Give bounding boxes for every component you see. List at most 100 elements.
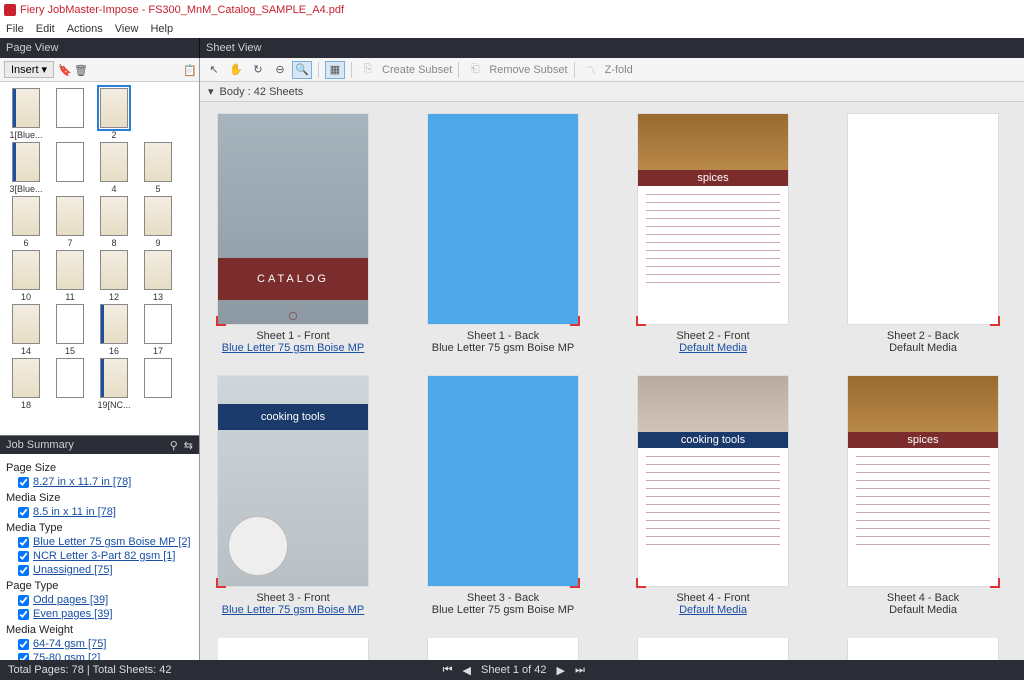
job-summary-title: Job Summary: [6, 439, 74, 451]
settings-icon[interactable]: ⇆: [184, 439, 193, 452]
thumbnails-view[interactable]: ▦: [325, 61, 345, 79]
pt1-link[interactable]: Odd pages [39]: [33, 594, 108, 606]
media-size-check[interactable]: [18, 507, 29, 518]
body-section-header[interactable]: ▾ Body : 42 Sheets: [200, 82, 1024, 102]
hand-tool[interactable]: ✋: [226, 61, 246, 79]
thumb-18b[interactable]: [56, 358, 84, 398]
thumb-14[interactable]: [12, 304, 40, 344]
mw2-check[interactable]: [18, 653, 29, 661]
sheet-4-back[interactable]: spices Sheet 4 - Back Default Media: [848, 376, 998, 616]
thumb-1b[interactable]: [56, 88, 84, 128]
pt2-link[interactable]: Even pages [39]: [33, 608, 113, 620]
thumb-17[interactable]: [144, 304, 172, 344]
zoom-in-tool[interactable]: 🔍: [292, 61, 312, 79]
thumb-5[interactable]: [144, 142, 172, 182]
zfold-label[interactable]: Z-fold: [605, 64, 633, 76]
page-view-header: Page View: [0, 38, 200, 58]
next-page-button[interactable]: ▶: [556, 664, 564, 677]
bookmark-icon[interactable]: 🔖: [58, 64, 70, 76]
thumb-19b[interactable]: [144, 358, 172, 398]
app-icon: [4, 4, 16, 16]
mw1-link[interactable]: 64-74 gsm [75]: [33, 638, 106, 650]
pointer-tool[interactable]: ↖: [204, 61, 224, 79]
thumb-13[interactable]: [144, 250, 172, 290]
media-size-group: Media Size: [6, 492, 193, 504]
menu-view[interactable]: View: [115, 23, 139, 35]
thumb-11[interactable]: [56, 250, 84, 290]
thumb-7[interactable]: [56, 196, 84, 236]
sheet-4-front[interactable]: cooking tools Sheet 4 - Front Default Me…: [638, 376, 788, 616]
first-page-button[interactable]: ⏮: [443, 664, 453, 677]
pt1-check[interactable]: [18, 595, 29, 606]
page-indicator: Sheet 1 of 42: [481, 664, 546, 676]
zoom-out-tool[interactable]: ⊖: [270, 61, 290, 79]
thumb-3b[interactable]: [56, 142, 84, 182]
mt1-link[interactable]: Blue Letter 75 gsm Boise MP [2]: [33, 536, 191, 548]
zfold-icon[interactable]: 〽: [581, 61, 601, 79]
sheet1f-media-link[interactable]: Blue Letter 75 gsm Boise MP: [222, 342, 364, 354]
sheet3f-media-link[interactable]: Blue Letter 75 gsm Boise MP: [222, 604, 364, 616]
filter-icon[interactable]: ⚲: [170, 439, 178, 452]
prev-page-button[interactable]: ◀: [463, 664, 471, 677]
pt2-check[interactable]: [18, 609, 29, 620]
thumb-4[interactable]: [100, 142, 128, 182]
thumb-19[interactable]: [100, 358, 128, 398]
page-type-group: Page Type: [6, 580, 193, 592]
thumb-12[interactable]: [100, 250, 128, 290]
thumb-9[interactable]: [144, 196, 172, 236]
mt3-link[interactable]: Unassigned [75]: [33, 564, 113, 576]
delete-icon[interactable]: 🗑: [74, 64, 86, 76]
remove-subset-icon[interactable]: ⎗: [465, 61, 485, 79]
thumb-1[interactable]: [12, 88, 40, 128]
pager: ⏮ ◀ Sheet 1 of 42 ▶ ⏭: [443, 664, 585, 677]
thumb-18[interactable]: [12, 358, 40, 398]
create-subset-label[interactable]: Create Subset: [382, 64, 452, 76]
insert-dropdown[interactable]: Insert▾: [4, 61, 54, 78]
job-summary-panel: Job Summary ⚲ ⇆ Page Size 8.27 in x 11.7…: [0, 435, 199, 660]
sheet-3-back[interactable]: Sheet 3 - Back Blue Letter 75 gsm Boise …: [428, 376, 578, 616]
thumb-3[interactable]: [12, 142, 40, 182]
mt2-link[interactable]: NCR Letter 3-Part 82 gsm [1]: [33, 550, 175, 562]
thumb-15[interactable]: [56, 304, 84, 344]
chevron-down-icon: ▾: [208, 85, 214, 98]
page-view-toolbar: Insert▾ 🔖 🗑 📋: [0, 58, 199, 82]
clipboard-icon[interactable]: 📋: [183, 64, 195, 76]
page-size-link[interactable]: 8.27 in x 11.7 in [78]: [33, 476, 131, 488]
last-page-button[interactable]: ⏭: [575, 664, 585, 677]
media-weight-group: Media Weight: [6, 624, 193, 636]
menu-help[interactable]: Help: [150, 23, 173, 35]
mt3-check[interactable]: [18, 565, 29, 576]
thumb-8[interactable]: [100, 196, 128, 236]
sheet2f-media-link[interactable]: Default Media: [679, 342, 747, 354]
menu-file[interactable]: File: [6, 23, 24, 35]
thumb-16[interactable]: [100, 304, 128, 344]
sheet4f-media-link[interactable]: Default Media: [679, 604, 747, 616]
thumb-2[interactable]: [100, 88, 128, 128]
create-subset-icon[interactable]: ⎘: [358, 61, 378, 79]
remove-subset-label[interactable]: Remove Subset: [489, 64, 567, 76]
menu-actions[interactable]: Actions: [67, 23, 103, 35]
thumb-6[interactable]: [12, 196, 40, 236]
menu-edit[interactable]: Edit: [36, 23, 55, 35]
sheet-area[interactable]: CATALOG ◯ Sheet 1 - Front Blue Letter 75…: [200, 102, 1024, 660]
media-size-link[interactable]: 8.5 in x 11 in [78]: [33, 506, 116, 518]
mt1-check[interactable]: [18, 537, 29, 548]
thumbnail-grid[interactable]: 1[Blue... 2 3[Blue... 4 5 6 7 8 9 10 11 …: [0, 82, 199, 435]
window-title: Fiery JobMaster-Impose - FS300_MnM_Catal…: [20, 4, 344, 16]
mt2-check[interactable]: [18, 551, 29, 562]
menubar: File Edit Actions View Help: [0, 20, 1024, 38]
sheet-1-back[interactable]: Sheet 1 - Back Blue Letter 75 gsm Boise …: [428, 114, 578, 354]
sheet-1-front[interactable]: CATALOG ◯ Sheet 1 - Front Blue Letter 75…: [218, 114, 368, 354]
sheet-2-front[interactable]: spices Sheet 2 - Front Default Media: [638, 114, 788, 354]
rotate-tool[interactable]: ↻: [248, 61, 268, 79]
status-totals: Total Pages: 78 | Total Sheets: 42: [8, 664, 172, 676]
panels-header: Page View Sheet View: [0, 38, 1024, 58]
page-size-check[interactable]: [18, 477, 29, 488]
sheet-3-front[interactable]: cooking tools Sheet 3 - Front Blue Lette…: [218, 376, 368, 616]
media-type-group: Media Type: [6, 522, 193, 534]
mw1-check[interactable]: [18, 639, 29, 650]
thumb-10[interactable]: [12, 250, 40, 290]
chevron-down-icon: ▾: [42, 63, 48, 76]
mw2-link[interactable]: 75-80 gsm [2]: [33, 652, 100, 660]
sheet-2-back[interactable]: Sheet 2 - Back Default Media: [848, 114, 998, 354]
